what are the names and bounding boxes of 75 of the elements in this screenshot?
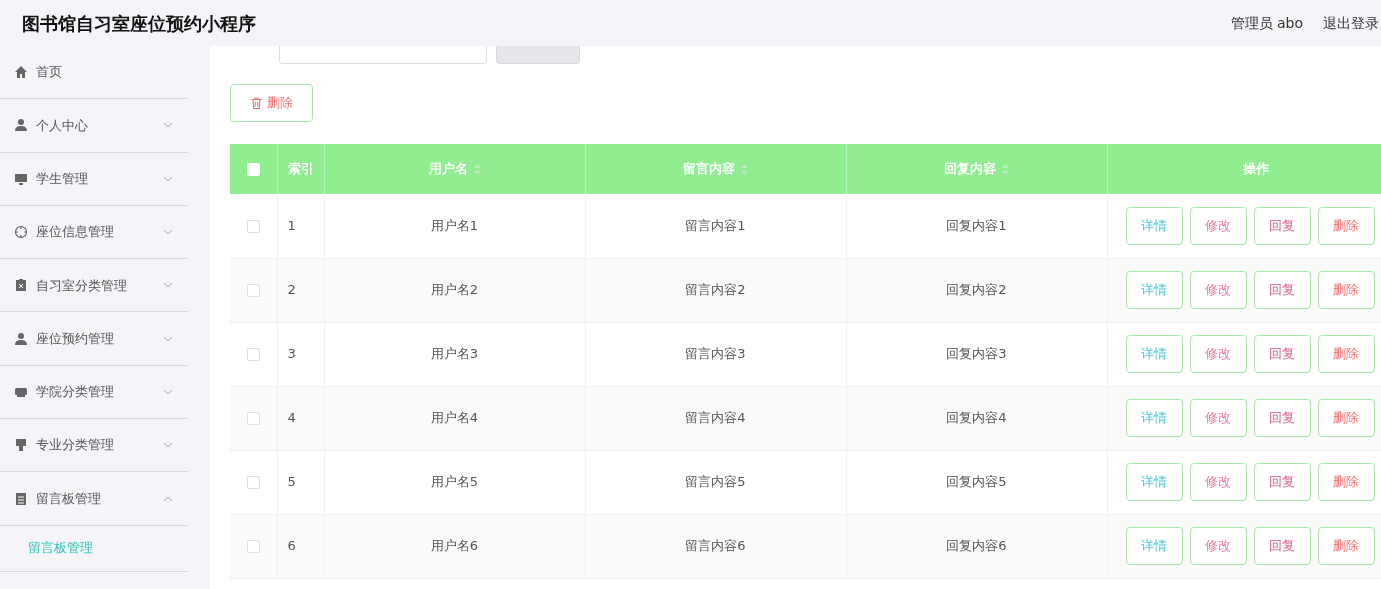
table-cell: 用户名3 xyxy=(324,322,585,386)
table-cell: 回复内容4 xyxy=(846,386,1107,450)
table-cell: 5 xyxy=(277,450,324,514)
row-checkbox[interactable] xyxy=(246,284,260,298)
select-all-checkbox[interactable] xyxy=(246,163,260,177)
row-checkbox[interactable] xyxy=(246,540,260,554)
sort-icon[interactable] xyxy=(1002,164,1009,176)
reply-button[interactable]: 回复 xyxy=(1253,399,1311,437)
table-cell: 1 xyxy=(277,194,324,258)
details-button[interactable]: 详情 xyxy=(1125,206,1183,245)
details-button[interactable]: 详情 xyxy=(1125,335,1183,373)
table-cell: 留言内容4 xyxy=(585,386,846,450)
table-cell: 用户名6 xyxy=(324,514,585,578)
details-button[interactable]: 详情 xyxy=(1125,399,1183,437)
delete-button[interactable]: 删除 xyxy=(1317,206,1375,245)
table-cell: 4 xyxy=(277,386,324,450)
table-cell: 留言内容2 xyxy=(585,258,846,322)
edit-button[interactable]: 修改 xyxy=(1189,271,1247,309)
admin-name: 管理员 abo xyxy=(1230,13,1303,33)
row-checkbox[interactable] xyxy=(246,412,260,426)
reply-button[interactable]: 回复 xyxy=(1253,206,1311,245)
stand-icon xyxy=(14,438,28,453)
table-cell: 回复内容1 xyxy=(846,194,1107,258)
column-header: 索引 xyxy=(277,144,324,194)
clipboard-icon xyxy=(14,278,28,293)
delete-button[interactable]: 删除 xyxy=(1317,463,1375,501)
reply-button[interactable]: 回复 xyxy=(1253,271,1311,309)
delete-button[interactable]: 删除 xyxy=(1317,271,1375,309)
table-cell: 2 xyxy=(277,258,324,322)
delete-button[interactable]: 删除 xyxy=(230,84,313,122)
logout-link[interactable]: 退出登录 xyxy=(1323,12,1379,34)
edit-button[interactable]: 修改 xyxy=(1189,527,1247,565)
row-checkbox[interactable] xyxy=(246,476,260,490)
table-cell: 3 xyxy=(277,322,324,386)
delete-button[interactable]: 删除 xyxy=(1317,335,1375,373)
edit-button[interactable]: 修改 xyxy=(1189,463,1247,501)
reply-button[interactable]: 回复 xyxy=(1253,527,1311,565)
sort-icon[interactable] xyxy=(473,164,481,176)
home-icon xyxy=(14,65,28,80)
table-cell: 留言内容1 xyxy=(585,194,846,258)
delete-button[interactable]: 删除 xyxy=(1317,527,1375,565)
table-cell: 回复内容2 xyxy=(846,258,1107,322)
table-cell: 留言内容6 xyxy=(585,514,846,578)
person-icon xyxy=(14,331,28,346)
reply-button[interactable]: 回复 xyxy=(1253,335,1311,373)
edit-button[interactable]: 修改 xyxy=(1189,206,1247,245)
details-button[interactable]: 详情 xyxy=(1125,271,1183,309)
table-cell: 回复内容5 xyxy=(846,450,1107,514)
details-button[interactable]: 详情 xyxy=(1125,527,1183,565)
table-cell: 用户名1 xyxy=(324,194,585,258)
table-cell: 留言内容3 xyxy=(585,322,846,386)
table-cell: 用户名2 xyxy=(324,258,585,322)
table-cell: 6 xyxy=(277,514,324,578)
column-header: 操作 xyxy=(1107,144,1381,194)
person-icon xyxy=(14,118,28,133)
row-checkbox[interactable] xyxy=(246,220,260,233)
search-button[interactable] xyxy=(496,46,580,64)
document-icon xyxy=(14,491,28,506)
table-cell: 用户名5 xyxy=(324,450,585,514)
reply-button[interactable]: 回复 xyxy=(1253,463,1311,501)
table-cell: 回复内容6 xyxy=(846,514,1107,578)
sort-icon[interactable] xyxy=(741,164,748,176)
table-cell: 回复内容3 xyxy=(846,322,1107,386)
delete-button[interactable]: 删除 xyxy=(1317,399,1375,437)
app-title: 图书馆自习室座位预约小程序 xyxy=(22,11,256,36)
table-cell: 留言内容5 xyxy=(585,450,846,514)
details-button[interactable]: 详情 xyxy=(1125,463,1183,501)
search-field[interactable] xyxy=(279,46,487,64)
table-cell: 用户名4 xyxy=(324,386,585,450)
monitor-icon xyxy=(14,171,28,186)
edit-button[interactable]: 修改 xyxy=(1189,399,1247,437)
crosshair-icon xyxy=(14,225,28,240)
trash-icon xyxy=(250,97,262,109)
edit-button[interactable]: 修改 xyxy=(1189,335,1247,373)
row-checkbox[interactable] xyxy=(246,348,260,362)
